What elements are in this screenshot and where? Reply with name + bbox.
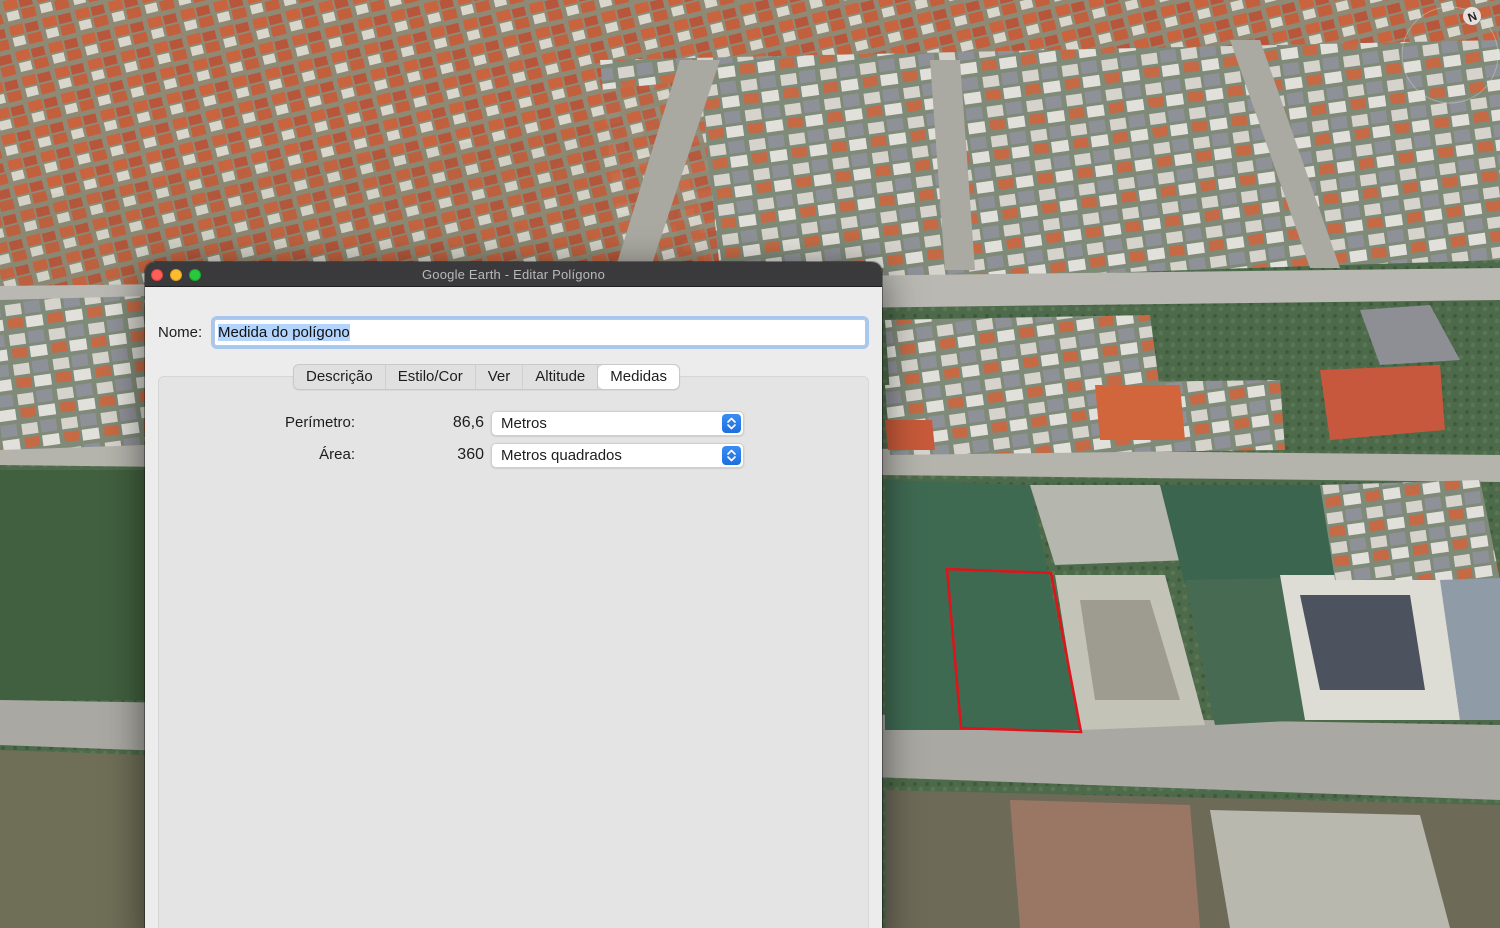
- tab-estilo-cor[interactable]: Estilo/Cor: [386, 365, 476, 389]
- name-label: Nome:: [158, 324, 203, 341]
- perimeter-unit-value: Metros: [501, 415, 547, 432]
- title-bar[interactable]: Google Earth - Editar Polígono: [145, 262, 882, 287]
- name-row: Nome: Medida do polígono: [158, 316, 869, 349]
- perimeter-unit-select[interactable]: Metros: [491, 411, 744, 436]
- perimeter-label: Perímetro:: [284, 414, 355, 431]
- tab-bar: Descrição Estilo/Cor Ver Altitude Medida…: [293, 364, 680, 390]
- edit-polygon-dialog: Google Earth - Editar Polígono Nome: Med…: [145, 262, 882, 928]
- updown-chevron-icon: [722, 414, 741, 433]
- area-row: Área: 360 Metros quadrados: [145, 443, 882, 469]
- updown-chevron-icon: [722, 446, 741, 465]
- perimeter-value: 86,6: [452, 414, 484, 431]
- tab-medidas[interactable]: Medidas: [598, 365, 679, 389]
- area-unit-select[interactable]: Metros quadrados: [491, 443, 744, 468]
- name-input-value: Medida do polígono: [218, 324, 350, 341]
- tab-ver[interactable]: Ver: [476, 365, 524, 389]
- area-unit-value: Metros quadrados: [501, 447, 622, 464]
- area-value: 360: [457, 446, 484, 463]
- area-label: Área:: [319, 446, 355, 463]
- window-title: Google Earth - Editar Polígono: [421, 267, 606, 282]
- tab-altitude[interactable]: Altitude: [523, 365, 599, 389]
- tab-descricao[interactable]: Descrição: [294, 365, 386, 389]
- name-input[interactable]: Medida do polígono: [211, 316, 869, 349]
- perimeter-row: Perímetro: 86,6 Metros: [145, 411, 882, 437]
